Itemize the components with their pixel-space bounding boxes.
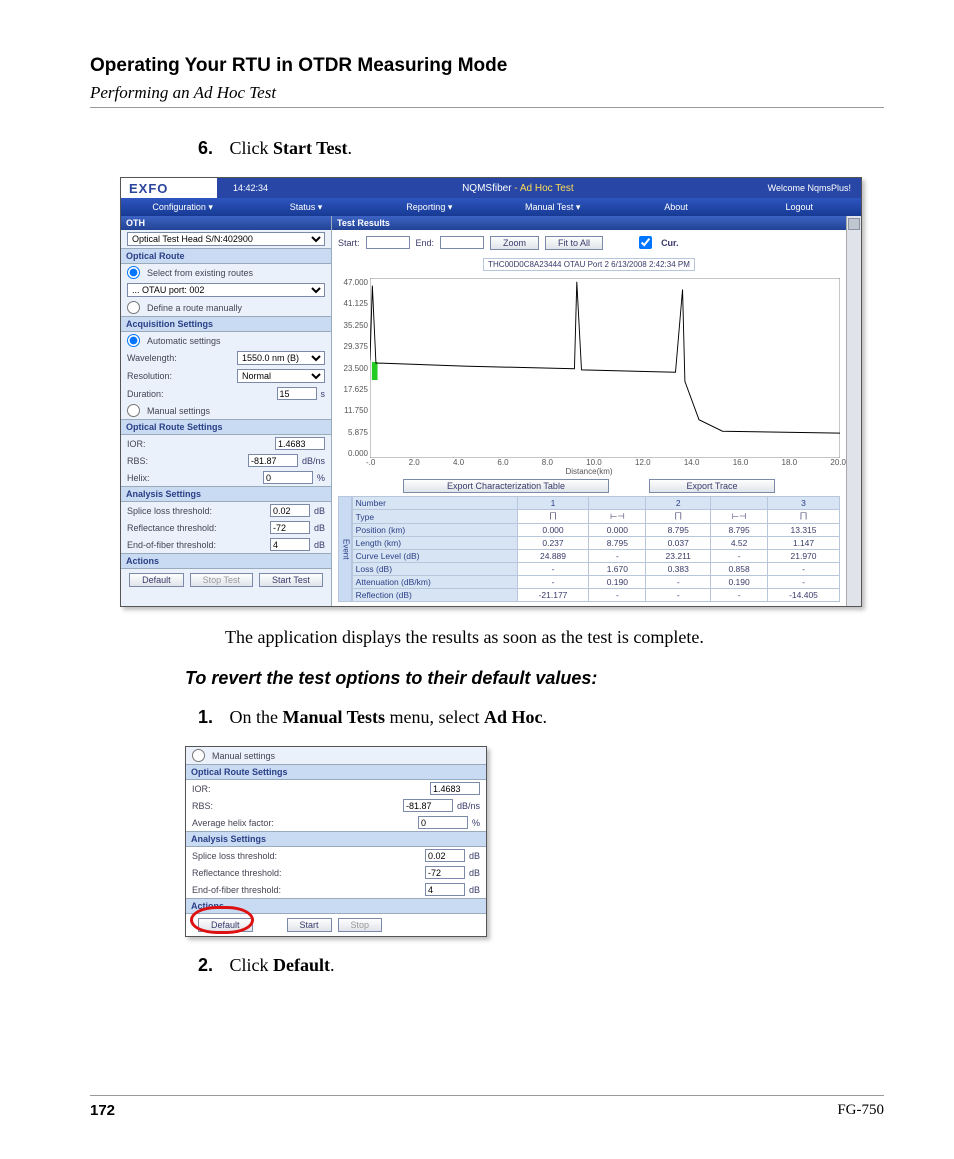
settings-panel: OTH Optical Test Head S/N:402900 Optical… [121, 216, 332, 606]
oth-select[interactable]: Optical Test Head S/N:402900 [127, 232, 325, 246]
divider [90, 107, 884, 108]
chart-yaxis: 47.00041.12535.25029.37523.50017.62511.7… [334, 278, 370, 458]
event-table: Event Number123Type⨅⊢⊣⨅⊢⊣⨅Position (km)0… [332, 496, 846, 606]
helix-input[interactable] [263, 471, 313, 484]
ior2-input[interactable] [430, 782, 480, 795]
route-manual-radio[interactable] [127, 301, 140, 314]
menu-about[interactable]: About [614, 202, 737, 212]
start-input[interactable] [366, 236, 410, 249]
step-1: 1. On the Manual Tests menu, select Ad H… [185, 707, 884, 728]
screenshot-revert: Manual settings Optical Route Settings I… [185, 746, 487, 937]
step-2: 2. Click Default. [185, 955, 884, 976]
welcome-text: Welcome NqmsPlus! [768, 183, 851, 193]
clock: 14:42:34 [233, 183, 268, 193]
menu-manual-test[interactable]: Manual Test ▾ [491, 202, 614, 213]
default-button[interactable]: Default [129, 573, 184, 587]
ior-input[interactable] [275, 437, 325, 450]
page-number: 172 [90, 1102, 115, 1119]
app-topbar: EXFO 14:42:34 NQMSfiber - Ad Hoc Test We… [121, 178, 861, 198]
otdr-chart [370, 278, 840, 458]
duration-input[interactable] [277, 387, 317, 400]
eof-input[interactable] [270, 538, 310, 551]
menu-logout[interactable]: Logout [738, 202, 861, 212]
chart-xaxis: -.02.04.06.08.010.012.014.016.018.020.0 [332, 458, 846, 467]
ors2-head: Optical Route Settings [186, 764, 486, 780]
optical-route-head: Optical Route [121, 248, 331, 264]
screenshot-adhoc-app: EXFO 14:42:34 NQMSfiber - Ad Hoc Test We… [120, 177, 862, 607]
splice2-input[interactable] [425, 849, 465, 862]
start-test-button[interactable]: Start Test [259, 573, 323, 587]
actions-head: Actions [121, 553, 331, 569]
analysis-head: Analysis Settings [121, 486, 331, 502]
route-existing-radio[interactable] [127, 266, 140, 279]
rbs2-input[interactable] [403, 799, 453, 812]
eof2-input[interactable] [425, 883, 465, 896]
otau-port-select[interactable]: ... OTAU port: 002 [127, 283, 325, 297]
page-footer: 172 FG-750 [90, 1095, 884, 1119]
fit-button[interactable]: Fit to All [545, 236, 603, 250]
reflect2-input[interactable] [425, 866, 465, 879]
ors-head: Optical Route Settings [121, 419, 331, 435]
rbs-input[interactable] [248, 454, 298, 467]
splice-input[interactable] [270, 504, 310, 517]
start2-button[interactable]: Start [287, 918, 332, 932]
default2-button[interactable]: Default [198, 918, 253, 932]
analysis2-head: Analysis Settings [186, 831, 486, 847]
export-table-button[interactable]: Export Characterization Table [403, 479, 609, 493]
page-title: Operating Your RTU in OTDR Measuring Mod… [90, 55, 884, 77]
page-subtitle: Performing an Ad Hoc Test [90, 83, 884, 103]
body-text: The application displays the results as … [225, 627, 884, 648]
trace-label: THC00D0C8A23444 OTAU Port 2 6/13/2008 2:… [483, 258, 695, 271]
cur-checkbox[interactable] [639, 236, 652, 249]
breadcrumb: NQMSfiber - Ad Hoc Test [462, 183, 574, 194]
oth-head: OTH [121, 216, 331, 230]
menu-bar: Configuration ▾ Status ▾ Reporting ▾ Man… [121, 198, 861, 216]
results-panel: Test Results Start: End: Zoom Fit to All… [332, 216, 861, 606]
manual-settings-radio[interactable] [192, 749, 205, 762]
step-6: 6. Click Start Test. [185, 138, 884, 159]
resolution-select[interactable]: Normal [237, 369, 325, 383]
menu-status[interactable]: Status ▾ [244, 202, 367, 213]
export-trace-button[interactable]: Export Trace [649, 479, 775, 493]
stop2-button[interactable]: Stop [338, 918, 383, 932]
menu-configuration[interactable]: Configuration ▾ [121, 202, 244, 213]
exfo-logo: EXFO [121, 178, 217, 198]
acq-auto-radio[interactable] [127, 334, 140, 347]
acq-manual-radio[interactable] [127, 404, 140, 417]
menu-reporting[interactable]: Reporting ▾ [368, 202, 491, 213]
zoom-button[interactable]: Zoom [490, 236, 539, 250]
scrollbar[interactable] [846, 216, 861, 606]
test-results-head: Test Results [332, 216, 846, 230]
end-input[interactable] [440, 236, 484, 249]
wavelength-select[interactable]: 1550.0 nm (B) [237, 351, 325, 365]
stop-test-button[interactable]: Stop Test [190, 573, 253, 587]
subheading: To revert the test options to their defa… [185, 668, 884, 689]
doc-id: FG-750 [837, 1102, 884, 1119]
acq-head: Acquisition Settings [121, 316, 331, 332]
reflect-input[interactable] [270, 521, 310, 534]
helix2-input[interactable] [418, 816, 468, 829]
chart-xlabel: Distance(km) [332, 467, 846, 476]
actions2-head: Actions [186, 898, 486, 914]
